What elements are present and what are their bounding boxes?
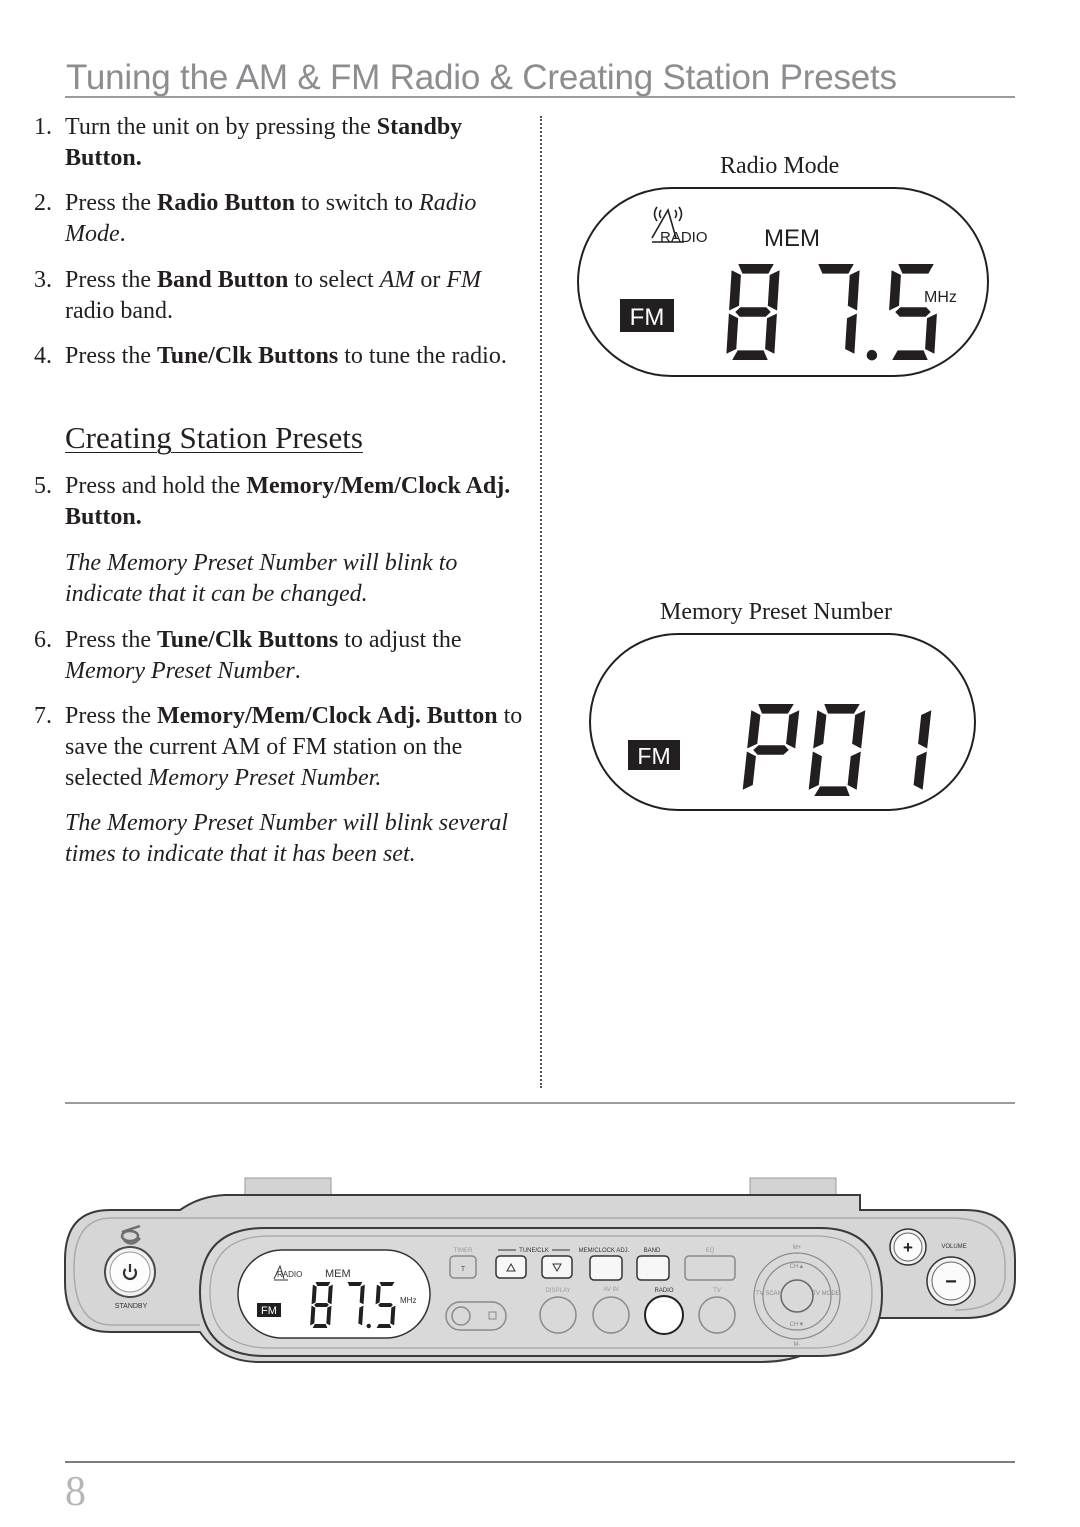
av-in-button[interactable] xyxy=(592,1296,630,1334)
section-divider xyxy=(65,1102,1015,1104)
radio-button[interactable] xyxy=(644,1295,684,1335)
radio-device-illustration: STANDBY RADIO MEM FM MHz TIMER TUNE/CLK … xyxy=(60,1170,1020,1375)
dpad-center-button[interactable] xyxy=(780,1279,814,1313)
lcd-segment-a xyxy=(738,264,774,274)
decimal-point xyxy=(366,1323,371,1329)
plus-icon: + xyxy=(903,1238,913,1257)
volume-up-button[interactable]: + xyxy=(889,1228,927,1266)
dpad-tv-mode[interactable]: TV MODE xyxy=(812,1291,839,1297)
lcd-segment-a xyxy=(824,704,860,714)
mounting-tab-left xyxy=(244,1177,332,1197)
device-mem-indicator: MEM xyxy=(325,1268,351,1280)
display-label: DISPLAY xyxy=(546,1288,571,1294)
preset-display: FM xyxy=(588,632,978,819)
note-blink: The Memory Preset Number will blink to i… xyxy=(65,550,458,607)
lcd-segment-d xyxy=(376,1324,392,1328)
display-button[interactable] xyxy=(539,1296,577,1334)
lcd-segment-a xyxy=(347,1282,363,1286)
lcd-segment-d xyxy=(732,350,768,360)
device-radio-indicator: RADIO xyxy=(277,1270,302,1279)
lcd-segment-d xyxy=(892,350,928,360)
device-mhz-unit: MHz xyxy=(400,1296,416,1305)
lcd-segment-g xyxy=(753,745,789,755)
av-in-label: AV IN xyxy=(603,1287,618,1293)
eq-button[interactable] xyxy=(684,1255,736,1281)
dpad-m-minus: M- xyxy=(794,1342,801,1348)
mem-clock-adj-label: MEM/CLOCK ADJ. xyxy=(579,1248,630,1254)
device-lcd xyxy=(237,1249,431,1339)
preset-caption: Memory Preset Number xyxy=(660,599,892,625)
lcd-segment-d xyxy=(312,1324,328,1328)
dpad-tv-scan[interactable]: TV SCAN xyxy=(756,1291,782,1297)
volume-label: VOLUME xyxy=(941,1244,966,1250)
minus-icon: − xyxy=(945,1271,957,1293)
lcd-segment-a xyxy=(758,704,794,714)
fm-badge-label: FM xyxy=(630,304,665,331)
standby-button[interactable] xyxy=(104,1246,156,1298)
column-divider xyxy=(540,116,542,1088)
dpad-ch-up[interactable]: CH▲ xyxy=(790,1264,805,1270)
svg-text:T: T xyxy=(461,1266,466,1273)
tune-clk-label: TUNE/CLK xyxy=(519,1248,549,1254)
band-label: BAND xyxy=(644,1248,661,1254)
radio-mode-display: RADIO MEM FM MHz xyxy=(576,186,991,385)
device-fm-label: FM xyxy=(261,1305,277,1317)
band-button[interactable] xyxy=(636,1255,670,1281)
mounting-tab-right xyxy=(749,1177,837,1197)
page-number: 8 xyxy=(65,1469,86,1515)
lcd-segment-a xyxy=(315,1282,331,1286)
dpad-m-plus: M+ xyxy=(793,1245,802,1251)
page-title: Tuning the AM & FM Radio & Creating Stat… xyxy=(66,58,897,97)
lcd-segment-a xyxy=(818,264,854,274)
mem-clock-adj-button[interactable] xyxy=(589,1255,623,1281)
tune-up-button[interactable] xyxy=(495,1255,527,1279)
radio-indicator: RADIO xyxy=(660,229,708,246)
radio-mode-caption: Radio Mode xyxy=(720,153,840,179)
lcd-segment-d xyxy=(814,786,850,796)
fm-badge-label: FM xyxy=(637,743,670,769)
section-heading: Creating Station Presets xyxy=(65,420,363,455)
title-divider xyxy=(65,96,1015,98)
mem-indicator: MEM xyxy=(764,225,820,252)
lcd-segment-g xyxy=(735,307,771,317)
lcd-segment-a xyxy=(379,1282,395,1286)
lcd-segment-g xyxy=(314,1303,329,1307)
standby-label: STANDBY xyxy=(115,1303,148,1310)
tv-label: TV xyxy=(713,1288,721,1294)
timer-label: TIMER xyxy=(454,1248,473,1254)
decimal-point xyxy=(866,349,878,361)
volume-down-button[interactable]: − xyxy=(926,1256,976,1306)
tune-down-button[interactable] xyxy=(541,1255,573,1279)
tv-button[interactable] xyxy=(698,1296,736,1334)
footer-divider xyxy=(65,1461,1015,1463)
eq-label: EQ xyxy=(706,1248,715,1254)
sensor-pill xyxy=(445,1301,507,1331)
dpad-ch-down[interactable]: CH▼ xyxy=(790,1322,805,1328)
lcd-segment-g xyxy=(378,1303,393,1307)
radio-button-label: RADIO xyxy=(654,1288,673,1294)
mhz-unit: MHz xyxy=(924,289,957,306)
note-set: The Memory Preset Number will blink seve… xyxy=(65,810,509,867)
timer-button[interactable]: T xyxy=(449,1255,477,1279)
lcd-segment-a xyxy=(898,264,934,274)
lcd-segment-g xyxy=(895,307,931,317)
